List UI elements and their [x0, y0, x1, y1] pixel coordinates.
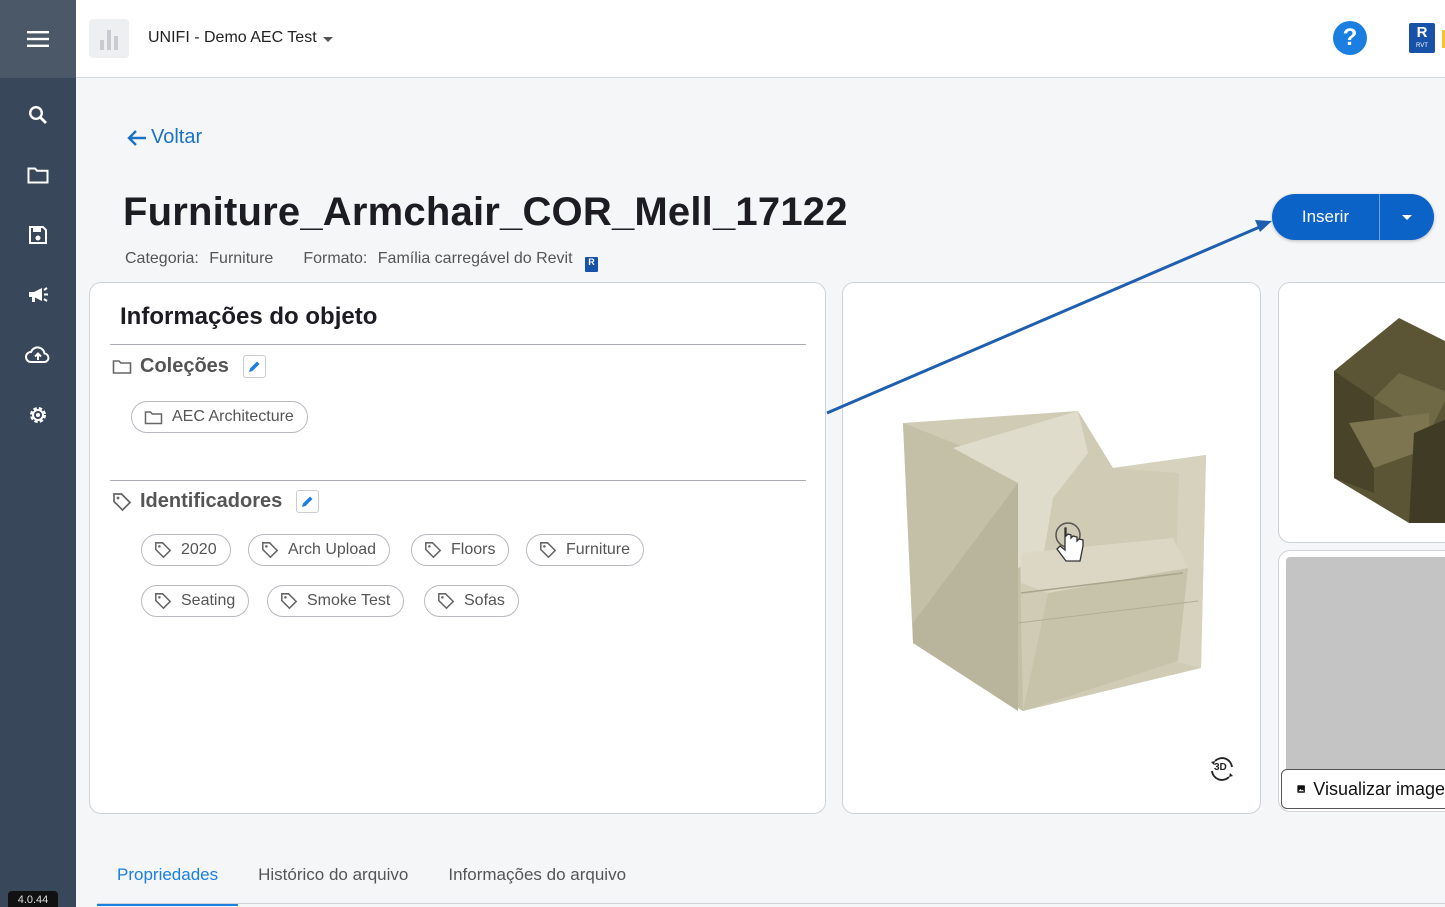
- object-info-card: Informações do objeto Coleções AEC Archi…: [89, 282, 826, 814]
- insert-options-button[interactable]: [1380, 194, 1434, 240]
- tag-icon: [262, 542, 279, 559]
- collection-chip-label: AEC Architecture: [172, 408, 294, 425]
- caret-down-icon: [322, 36, 333, 42]
- sidebar-item-search[interactable]: [0, 95, 76, 135]
- info-title: Informações do objeto: [120, 303, 378, 330]
- tag-label: Floors: [451, 541, 496, 558]
- tag-icon: [281, 593, 298, 610]
- revit-badge-sub: RVT: [1416, 43, 1428, 49]
- gear-icon: [30, 407, 46, 423]
- version-label: 4.0.44: [8, 891, 58, 907]
- insert-button[interactable]: Inserir: [1272, 194, 1380, 240]
- tag-chip[interactable]: Furniture: [526, 534, 645, 566]
- collections-label: Coleções: [140, 355, 229, 377]
- tags-label: Identificadores: [140, 490, 283, 512]
- revit-file-icon: R: [584, 257, 598, 272]
- tag-chip[interactable]: 2020: [141, 534, 231, 566]
- armchair-3d-model[interactable]: [843, 283, 1261, 814]
- revit-badge-letter: R: [1416, 24, 1428, 41]
- sidebar-item-files[interactable]: [0, 155, 76, 195]
- tag-icon: [438, 593, 455, 610]
- arrow-left-icon: [127, 129, 146, 146]
- detail-tabs: Propriedades Histórico do arquivo Inform…: [97, 855, 646, 906]
- tabs-divider: [97, 903, 1445, 904]
- folder-outline-icon: [112, 359, 132, 374]
- collection-chip[interactable]: AEC Architecture: [131, 401, 308, 433]
- armchair-thumbnail: [1334, 318, 1445, 523]
- tag-label: Sofas: [464, 592, 505, 609]
- caret-down-icon: [1402, 214, 1412, 220]
- tag-label: Smoke Test: [307, 592, 391, 609]
- workspace-name: UNIFI - Demo AEC Test: [148, 29, 317, 46]
- view-image-label: Visualizar imagem: [1313, 778, 1445, 799]
- back-label: Voltar: [151, 126, 203, 148]
- tag-label: Seating: [181, 592, 236, 609]
- sidebar-item-announcements[interactable]: [0, 275, 76, 315]
- thumbnail-card[interactable]: [1278, 282, 1445, 543]
- tags-header: Identificadores: [112, 490, 320, 513]
- help-button[interactable]: ?: [1333, 21, 1367, 55]
- folder-icon: [27, 167, 49, 184]
- hamburger-menu-button[interactable]: [0, 0, 76, 78]
- tag-icon: [155, 542, 172, 559]
- sidebar-item-settings[interactable]: [0, 395, 76, 435]
- tag-label: Arch Upload: [288, 541, 377, 558]
- collections-header: Coleções: [112, 355, 266, 378]
- workspace-selector[interactable]: UNIFI - Demo AEC Test: [148, 29, 333, 47]
- tab-properties[interactable]: Propriedades: [97, 855, 239, 906]
- category-meta: Categoria: Furniture: [125, 250, 273, 272]
- tag-icon: [540, 542, 557, 559]
- category-value: Furniture: [209, 250, 274, 267]
- view-image-button[interactable]: Visualizar imagem: [1281, 769, 1445, 809]
- tag-chip[interactable]: Arch Upload: [248, 534, 391, 566]
- tag-icon: [113, 492, 132, 511]
- pencil-icon: [302, 496, 313, 507]
- image-icon: [1297, 785, 1305, 793]
- object-meta: Categoria: Furniture Formato: Família ca…: [125, 250, 598, 272]
- search-icon: [28, 105, 47, 124]
- format-value: Família carregável do Revit: [377, 250, 573, 267]
- tag-chip[interactable]: Sofas: [424, 585, 519, 617]
- tab-file-history[interactable]: Histórico do arquivo: [238, 855, 428, 906]
- pencil-icon: [248, 361, 260, 372]
- cloud-upload-icon: [25, 346, 50, 363]
- edit-tags-button[interactable]: [296, 490, 320, 513]
- back-link[interactable]: Voltar: [125, 126, 202, 149]
- model-preview-card[interactable]: 3D: [842, 282, 1261, 814]
- top-bar: UNIFI - Demo AEC Test ? R RVT: [76, 0, 1445, 78]
- sidebar-item-save[interactable]: [0, 215, 76, 255]
- tag-icon: [425, 542, 442, 559]
- tag-label: Furniture: [566, 541, 631, 558]
- megaphone-icon: [29, 287, 48, 302]
- divider: [110, 480, 806, 481]
- rotate-3d-button[interactable]: 3D: [1207, 754, 1237, 784]
- badge-3d: 3D: [1214, 762, 1227, 773]
- page-title: Furniture_Armchair_COR_Mell_17122: [123, 190, 848, 234]
- workspace-logo: [89, 19, 129, 58]
- folder-outline-icon: [144, 410, 163, 424]
- tag-chip[interactable]: Smoke Test: [267, 585, 405, 617]
- divider: [110, 344, 806, 345]
- tag-label: 2020: [181, 541, 217, 558]
- tag-icon: [155, 593, 172, 610]
- save-icon: [29, 226, 47, 244]
- revit-app-icon[interactable]: R RVT: [1409, 23, 1435, 53]
- sidebar-item-upload[interactable]: [0, 335, 76, 375]
- tag-chip[interactable]: Floors: [411, 534, 510, 566]
- tab-file-info[interactable]: Informações do arquivo: [428, 855, 646, 906]
- sidebar: 4.0.44: [0, 0, 76, 907]
- format-label: Formato:: [303, 250, 368, 267]
- edit-collections-button[interactable]: [242, 355, 266, 378]
- category-label: Categoria:: [125, 250, 199, 267]
- insert-button-group: Inserir: [1272, 194, 1434, 240]
- format-meta: Formato: Família carregável do Revit R: [303, 250, 598, 272]
- tag-chip[interactable]: Seating: [141, 585, 250, 617]
- hamburger-icon: [27, 31, 49, 47]
